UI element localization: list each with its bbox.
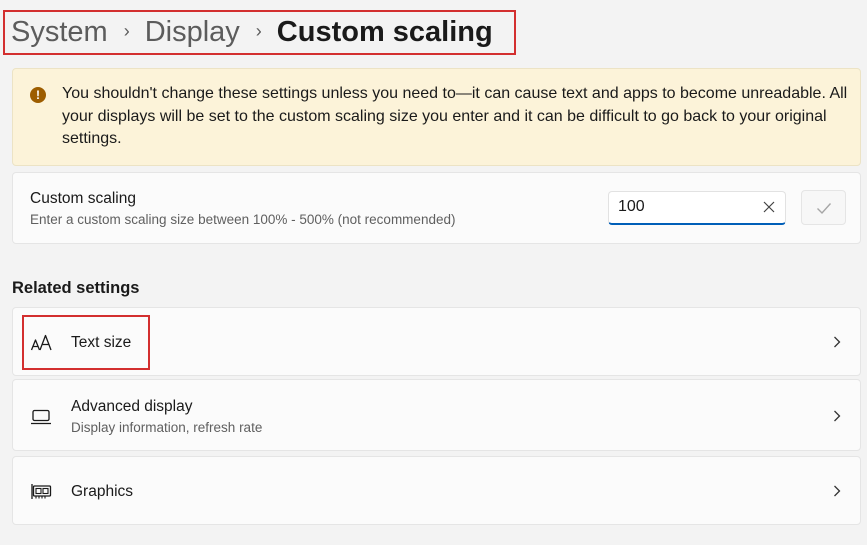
breadcrumb-separator: › [255,21,262,41]
related-setting-text-size[interactable]: Text size [12,307,861,376]
warning-message: You shouldn't change these settings unle… [62,85,848,147]
advanced-display-label: Advanced display [71,398,193,415]
page-title: Custom scaling [276,16,493,48]
breadcrumb-separator: › [123,21,130,41]
monitor-icon [30,405,54,429]
related-settings-heading: Related settings [12,279,140,297]
related-setting-advanced-display[interactable]: Advanced display Display information, re… [12,379,861,451]
custom-scaling-input-value[interactable]: 100 [618,198,645,216]
graphics-card-icon [30,479,54,503]
breadcrumb: System › Display › Custom scaling [3,10,516,55]
custom-scaling-input[interactable]: 100 [608,191,786,225]
warning-icon: ! [30,87,46,103]
custom-scaling-card: Custom scaling Enter a custom scaling si… [12,172,861,244]
advanced-display-description: Display information, refresh rate [71,420,263,435]
confirm-button[interactable] [801,190,846,225]
text-size-label: Text size [71,334,132,351]
related-setting-graphics[interactable]: Graphics [12,456,861,525]
chevron-right-icon [831,484,843,498]
warning-banner: ! You shouldn't change these settings un… [12,68,861,166]
chevron-right-icon [831,409,843,423]
breadcrumb-item-system[interactable]: System [11,16,108,49]
breadcrumb-item-display[interactable]: Display [145,16,240,49]
chevron-right-icon [831,335,843,349]
custom-scaling-title: Custom scaling [30,190,136,207]
custom-scaling-description: Enter a custom scaling size between 100%… [30,212,456,227]
text-size-icon [30,331,54,355]
checkmark-icon [817,203,832,215]
graphics-label: Graphics [71,483,134,500]
clear-icon[interactable] [759,197,779,217]
